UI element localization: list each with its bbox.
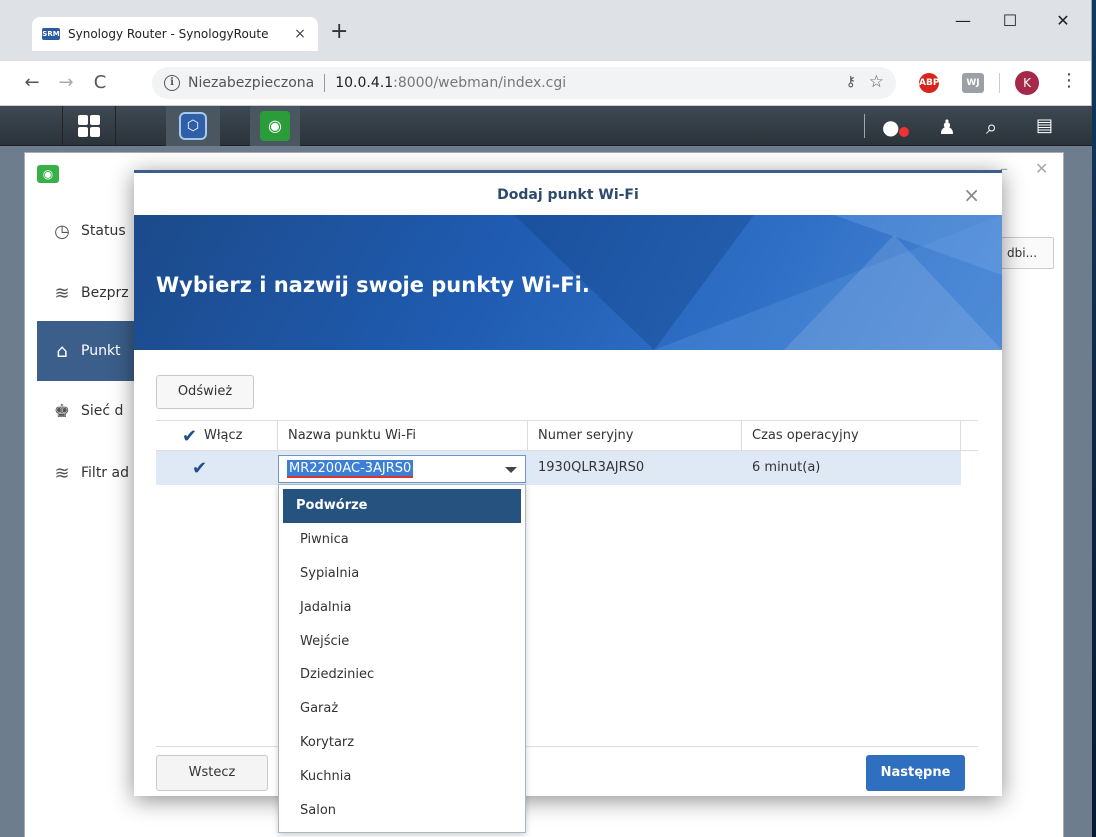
main-menu-button[interactable] [62, 106, 116, 146]
table-row[interactable]: ✔ MR2200AC-3AJRS0 1930QLR3AJRS0 6 minut(… [156, 451, 961, 485]
serial-cell: 1930QLR3AJRS0 [538, 460, 645, 475]
wifi-point-name-select[interactable]: MR2200AC-3AJRS0 [278, 455, 526, 483]
dialog-heading: Wybierz i nazwij swoje punkty Wi-Fi. [156, 273, 590, 297]
sidebar-item-label: Punkt [81, 343, 121, 359]
address-bar[interactable]: i Niezabezpieczona 10.0.4.1 :8000/webman… [152, 67, 896, 99]
tab-title: Synology Router - SynologyRoute [68, 27, 269, 41]
taskbar-divider [864, 114, 865, 138]
option-jadalnia[interactable]: Jadalnia [283, 591, 521, 625]
option-salon[interactable]: Salon [283, 794, 521, 828]
dialog-banner: Wybierz i nazwij swoje punkty Wi-Fi. [134, 215, 1002, 350]
back-button[interactable]: ← [20, 71, 44, 95]
url-host: 10.0.4.1 [335, 75, 394, 91]
next-button[interactable]: Następne [866, 755, 965, 791]
user-icon[interactable]: ♟ [938, 115, 956, 139]
table-header: ✔ Włącz Nazwa punktu Wi-Fi Numer seryjny … [156, 420, 978, 451]
profile-avatar[interactable]: K [1015, 71, 1039, 95]
extension-icon[interactable]: WJ [962, 73, 984, 93]
notifications-icon[interactable]: ● [882, 115, 899, 139]
key-icon[interactable]: ⚷ [846, 74, 856, 90]
col-enable-label: Włącz [204, 428, 243, 443]
toolbar-divider [999, 73, 1000, 93]
new-tab-button[interactable]: + [330, 21, 348, 43]
col-name[interactable]: Nazwa punktu Wi-Fi [278, 421, 528, 451]
wifi-app-icon: ◉ [37, 165, 59, 183]
window-close-icon[interactable]: ✕ [1035, 159, 1048, 178]
gauge-icon: ◷ [54, 220, 70, 242]
window-close-button[interactable]: ✕ [1040, 6, 1086, 36]
row-enable-cell[interactable]: ✔ [182, 451, 272, 485]
wifi-app-icon: ◉ [260, 111, 290, 141]
menu-icon[interactable]: ⋮ [1060, 70, 1078, 91]
browser-toolbar: ← → C i Niezabezpieczona 10.0.4.1 :8000/… [0, 61, 1091, 106]
name-options-list: Podwórze Piwnica Sypialnia Jadalnia Wejś… [278, 484, 526, 833]
srm-taskbar: ⬡ ◉ ● ♟ ⌕ ▤ [0, 106, 1092, 146]
main-menu-icon [78, 115, 100, 137]
back-button[interactable]: Wstecz [156, 755, 268, 791]
sidebar-item-label: Filtr ad [81, 465, 129, 481]
sidebar-item-label: Bezprz [81, 285, 129, 301]
maximize-button[interactable]: ☐ [987, 6, 1033, 36]
option-piwnica[interactable]: Piwnica [283, 523, 521, 557]
option-sypialnia[interactable]: Sypialnia [283, 557, 521, 591]
address-divider [324, 74, 326, 92]
uptime-cell: 6 minut(a) [752, 460, 821, 475]
col-uptime[interactable]: Czas operacyjny [742, 421, 961, 451]
wifi-app-button[interactable]: ◉ [250, 106, 300, 146]
sidebar-item-label: Status [81, 223, 126, 239]
url-path: :8000/webman/index.cgi [393, 75, 567, 91]
tab-strip: SRM Synology Router - SynologyRoute × + … [0, 0, 1091, 61]
select-all-checkbox[interactable]: ✔ [182, 428, 198, 446]
name-select-value[interactable]: MR2200AC-3AJRS0 [287, 460, 414, 478]
minimize-button[interactable]: — [940, 6, 986, 36]
col-enable[interactable]: ✔ Włącz [156, 421, 278, 451]
users-icon: ♚ [53, 400, 71, 422]
chevron-down-icon[interactable] [505, 467, 517, 473]
browser-tab[interactable]: SRM Synology Router - SynologyRoute × [32, 17, 318, 51]
option-garaz[interactable]: Garaż [283, 692, 521, 726]
info-icon[interactable]: i [164, 75, 180, 91]
refresh-button[interactable]: Odśwież [156, 375, 254, 409]
star-icon[interactable]: ☆ [869, 72, 884, 92]
dialog-close-icon[interactable]: × [963, 183, 980, 207]
wifi-icon: ≋ [54, 282, 70, 304]
option-wejscie[interactable]: Wejście [283, 625, 521, 659]
widgets-icon[interactable]: ▤ [1036, 115, 1053, 136]
option-kuchnia[interactable]: Kuchnia [283, 760, 521, 794]
access-point-icon: ⌂ [56, 340, 68, 362]
option-korytarz[interactable]: Korytarz [283, 726, 521, 760]
option-podworze[interactable]: Podwórze [283, 489, 521, 523]
security-label: Niezabezpieczona [188, 75, 315, 91]
col-serial[interactable]: Numer seryjny [528, 421, 742, 451]
add-wifi-point-dialog: Dodaj punkt Wi-Fi × Wybierz i nazwij swo… [134, 170, 1002, 796]
sidebar-item-label: Sieć d [81, 403, 124, 419]
wifi-filter-icon: ≋ [54, 462, 70, 484]
tab-close-icon[interactable]: × [292, 26, 308, 42]
search-icon[interactable]: ⌕ [986, 115, 997, 139]
reload-button[interactable]: C [88, 71, 112, 95]
network-center-icon: ⬡ [179, 112, 207, 140]
row-checkbox[interactable]: ✔ [192, 460, 208, 478]
option-dziedziniec[interactable]: Dziedziniec [283, 658, 521, 692]
srm-favicon-icon: SRM [42, 28, 60, 40]
partial-button[interactable]: dbi... [1000, 237, 1054, 269]
adblock-icon[interactable]: ABP [919, 73, 939, 93]
network-center-button[interactable]: ⬡ [166, 106, 220, 146]
forward-button[interactable]: → [54, 71, 78, 95]
notification-badge [899, 127, 909, 137]
dialog-title: Dodaj punkt Wi-Fi [497, 187, 639, 203]
